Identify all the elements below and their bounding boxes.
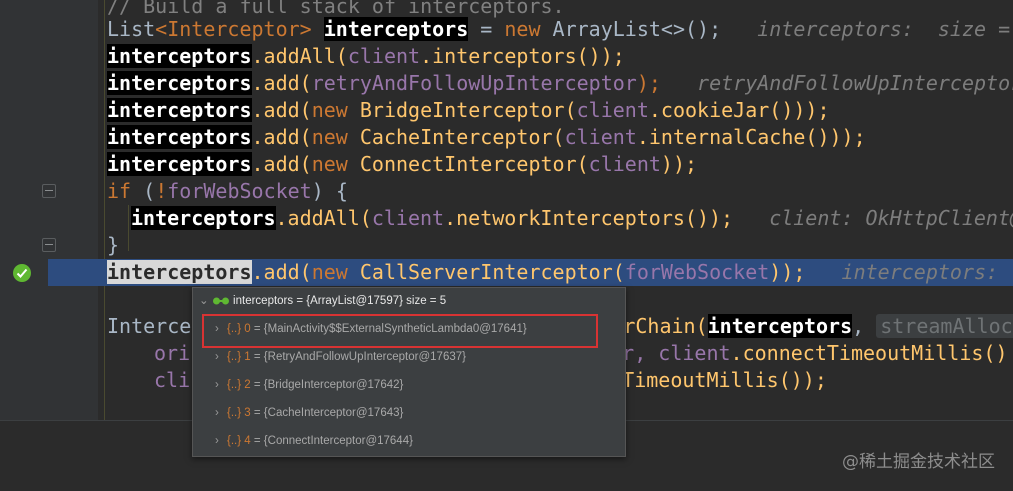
list-item[interactable]: › {..} 2 = {BridgeInterceptor@17642} <box>193 371 625 399</box>
fold-marker[interactable] <box>42 184 56 198</box>
parameter-hint: streamAlloc <box>876 314 1013 338</box>
object-icon: {..} <box>227 379 242 391</box>
punctuation: ( <box>131 179 156 203</box>
method-call: .add( <box>251 260 312 284</box>
method-call: .addAll( <box>275 206 372 230</box>
method-call: .add( <box>251 152 312 176</box>
keyword-if: if <box>107 179 132 203</box>
item-value: = {RetryAndFollowUpInterceptor@17637} <box>250 351 466 363</box>
method-call: .connectTimeoutMillis() <box>730 341 1008 365</box>
keyword-new: new <box>311 152 348 176</box>
inline-debug-hint: interceptors: size = 5 <box>757 17 1013 41</box>
method-call: .cookieJar())); <box>648 98 830 122</box>
popup-variable-value: = {ArrayList@17597} size = 5 <box>293 295 447 307</box>
item-value: = {ConnectInterceptor@17644} <box>250 435 413 447</box>
variable-interceptors[interactable]: interceptors <box>323 17 469 41</box>
watermark: @稀土掘金技术社区 <box>842 452 995 472</box>
method-call: .addAll( <box>251 44 348 68</box>
code-fragment: ori <box>154 341 191 365</box>
variable-interceptors-selected[interactable]: interceptors <box>107 260 252 284</box>
keyword-new: new <box>311 125 348 149</box>
fold-marker[interactable] <box>42 238 56 252</box>
item-value: = {CacheInterceptor@17643} <box>250 407 404 419</box>
code-line[interactable]: } <box>98 232 1013 259</box>
punctuation: , <box>852 314 865 338</box>
variable-interceptors[interactable]: interceptors <box>131 206 276 230</box>
method-call: .add( <box>251 98 312 122</box>
debug-value-popup[interactable]: ⌄ interceptors = {ArrayList@17597} size … <box>192 287 626 457</box>
chevron-right-icon[interactable]: › <box>215 371 227 399</box>
method-call: )); <box>660 152 698 176</box>
watch-glasses-icon <box>212 297 229 305</box>
method-call: .add( <box>251 71 312 95</box>
popup-header[interactable]: ⌄ interceptors = {ArrayList@17597} size … <box>193 288 625 314</box>
inline-debug-hint: client: OkHttpClient@ <box>769 206 1013 230</box>
object-icon: {..} <box>227 435 242 447</box>
popup-variable-name: interceptors <box>233 295 294 307</box>
code-line[interactable]: interceptors.addAll(client.networkInterc… <box>98 205 1013 232</box>
variable-interceptors[interactable]: interceptors <box>707 314 853 338</box>
variable-interceptors[interactable]: interceptors <box>107 71 252 95</box>
field-client: client <box>576 98 649 122</box>
method-call: .internalCache())); <box>636 125 866 149</box>
punctuation: ); <box>636 71 661 95</box>
method-call: .interceptors()); <box>420 44 625 68</box>
constructor-call: CallServerInterceptor( <box>347 260 625 284</box>
object-icon: {..} <box>227 407 242 419</box>
punctuation: ) { <box>311 179 348 203</box>
code-line[interactable]: List<Interceptor> interceptors = new Arr… <box>98 16 1013 43</box>
method-call: eTimeoutMillis()); <box>610 368 827 392</box>
field-client: client <box>347 44 421 68</box>
constructor-call: BridgeInterceptor( <box>347 98 577 122</box>
code-line[interactable]: interceptors.add(new ConnectInterceptor(… <box>98 151 1013 178</box>
code-fragment: cli <box>154 368 191 392</box>
keyword-new: new <box>311 98 348 122</box>
inline-debug-hint: interceptors: <box>841 260 999 284</box>
item-value: = {BridgeInterceptor@17642} <box>250 379 404 391</box>
method-call: .networkInterceptors()); <box>444 206 734 230</box>
chevron-right-icon[interactable]: › <box>215 427 227 455</box>
code-line[interactable]: if (!forWebSocket) { <box>98 178 1013 205</box>
list-item[interactable]: › {..} 3 = {CacheInterceptor@17643} <box>193 399 625 427</box>
field-forwebsocket: forWebSocket <box>624 260 770 284</box>
field-client: client <box>564 125 637 149</box>
code-line[interactable]: interceptors.addAll(client.interceptors(… <box>98 43 1013 70</box>
chevron-down-icon[interactable]: ⌄ <box>199 295 209 307</box>
constructor-call: ArrayList<>(); <box>540 17 722 41</box>
constructor-call: ConnectInterceptor( <box>347 152 589 176</box>
punctuation: } <box>107 233 120 257</box>
field-retry: retryAndFollowUpInterceptor <box>311 71 637 95</box>
field-forwebsocket: forWebSocket <box>167 179 312 203</box>
constructor-call: CacheInterceptor( <box>347 125 565 149</box>
keyword-new: new <box>504 17 541 41</box>
code-line[interactable]: interceptors.add(new BridgeInterceptor(c… <box>98 97 1013 124</box>
field-client: client <box>588 152 661 176</box>
field-client: client <box>658 341 731 365</box>
code-line[interactable]: interceptors.add(retryAndFollowUpInterce… <box>98 70 1013 97</box>
operator: = <box>468 17 505 41</box>
editor-gutter <box>0 0 98 490</box>
object-icon: {..} <box>227 351 242 363</box>
generic-type: <Interceptor> <box>155 17 312 41</box>
variable-interceptors[interactable]: interceptors <box>107 98 252 122</box>
type-name: List <box>107 17 156 41</box>
current-execution-line[interactable]: interceptors.add(new CallServerIntercept… <box>48 259 1013 286</box>
operator-not: ! <box>155 179 168 203</box>
chevron-right-icon[interactable]: › <box>215 399 227 427</box>
inline-debug-hint: retryAndFollowUpInterceptor <box>697 71 1013 95</box>
variable-interceptors[interactable]: interceptors <box>107 152 252 176</box>
annotation-highlight-box <box>202 314 598 348</box>
method-call: .add( <box>251 125 312 149</box>
field-client: client <box>371 206 445 230</box>
code-fragment: Interce <box>107 314 192 338</box>
breakpoint-check-icon[interactable] <box>12 263 32 283</box>
keyword-new: new <box>311 260 348 284</box>
code-line[interactable]: interceptors.add(new CacheInterceptor(cl… <box>98 124 1013 151</box>
variable-interceptors[interactable]: interceptors <box>107 44 252 68</box>
method-call: )); <box>769 260 806 284</box>
list-item[interactable]: › {..} 4 = {ConnectInterceptor@17644} <box>193 427 625 455</box>
variable-interceptors[interactable]: interceptors <box>107 125 252 149</box>
